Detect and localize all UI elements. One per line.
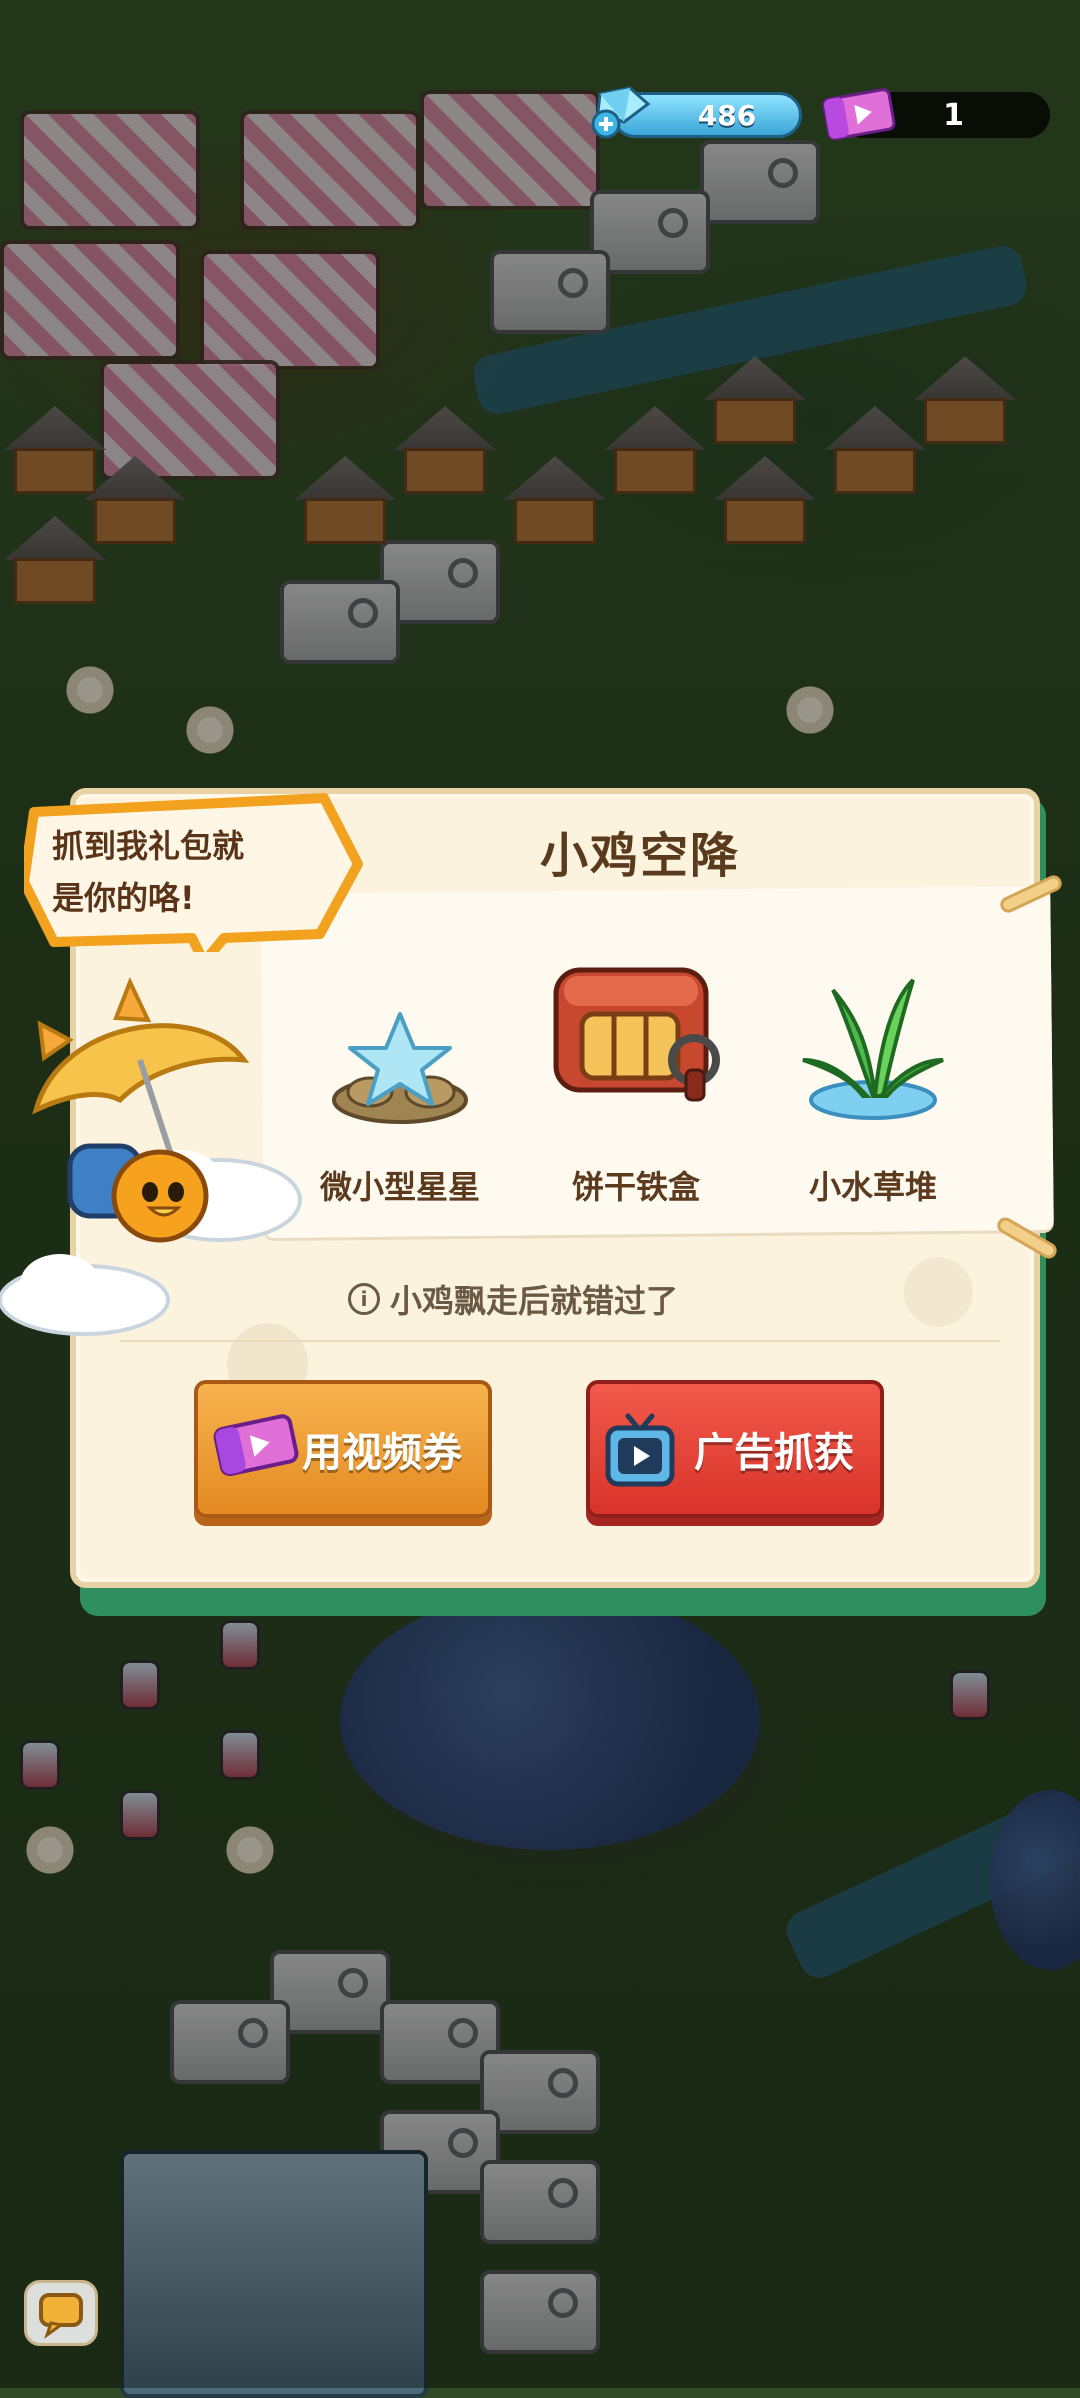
divider: [120, 1340, 1000, 1342]
reward-label: 饼干铁盒: [571, 1168, 700, 1206]
gem-plus-icon[interactable]: [590, 84, 652, 140]
chat-button[interactable]: [24, 2280, 98, 2346]
tv-ad-icon: [605, 1413, 675, 1487]
hint-line: i 小鸡飘走后就错过了: [348, 1276, 678, 1322]
parachuting-chick-icon[interactable]: [0, 960, 310, 1340]
speech-line-1: 抓到我礼包就: [52, 827, 245, 865]
use-video-ticket-button[interactable]: 用视频券: [194, 1380, 492, 1518]
speech-bubble-text: 抓到我礼包就 是你的咯!: [52, 820, 312, 924]
chat-icon: [39, 2293, 83, 2339]
star-on-rock-icon: [332, 1012, 468, 1124]
video-ticket-icon: [213, 1414, 299, 1477]
reward-item[interactable]: 微小型星星: [290, 920, 510, 1206]
watch-ad-button[interactable]: 广告抓获: [586, 1380, 884, 1518]
use-video-ticket-label: 用视频券: [302, 1430, 462, 1476]
reward-item[interactable]: 饼干铁盒: [526, 920, 746, 1206]
cookie-tin-icon: [553, 967, 720, 1102]
popup-title: 小鸡空降: [539, 828, 740, 884]
water-grass-icon: [802, 978, 944, 1120]
reward-label: 小水草堆: [808, 1168, 937, 1206]
info-icon: i: [348, 1283, 380, 1315]
gem-count: 486: [697, 98, 757, 132]
watch-ad-label: 广告抓获: [694, 1430, 854, 1476]
video-ticket-icon: [822, 88, 896, 141]
hint-text: 小鸡飘走后就错过了: [390, 1282, 679, 1320]
speech-line-2: 是你的咯!: [52, 879, 195, 917]
reward-label: 微小型星星: [319, 1168, 480, 1206]
video-ticket-count: 1: [943, 97, 964, 133]
reward-item[interactable]: 小水草堆: [763, 920, 983, 1206]
